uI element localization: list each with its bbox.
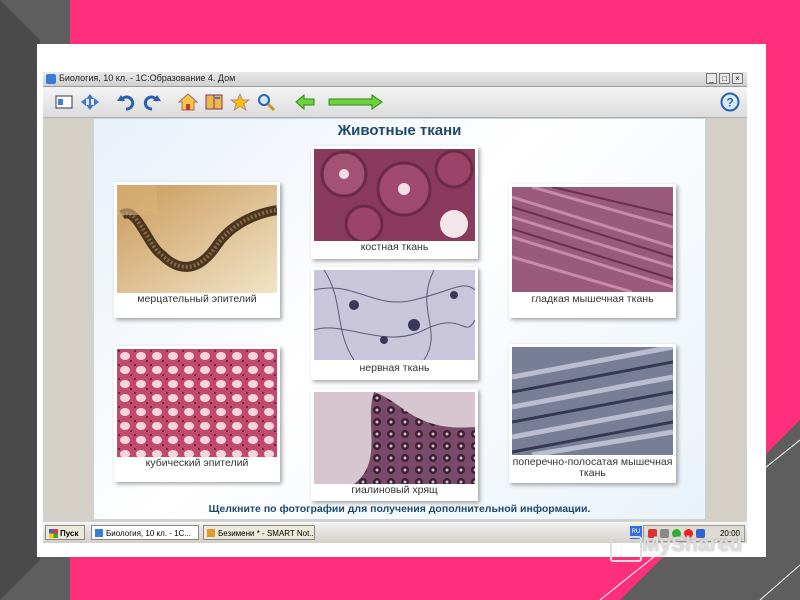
card-caption: кубический эпителий — [145, 457, 249, 469]
card-nervous-tissue[interactable]: нервная ткань — [311, 267, 478, 380]
task-label: Безимени * - SMART Not... — [218, 529, 315, 538]
star-icon[interactable] — [229, 91, 251, 113]
card-hyaline-cartilage[interactable]: гиалиновый хрящ — [311, 389, 478, 501]
task-label: Биология, 10 кл. - 1С... — [106, 529, 191, 538]
windows-logo-icon — [49, 529, 58, 538]
redo-icon[interactable] — [141, 91, 163, 113]
card-ciliated-epithelium[interactable]: мерцательный эпителий — [114, 182, 280, 318]
window-title: Биология, 10 кл. - 1С:Образование 4. Дом — [59, 73, 236, 83]
maximize-button[interactable]: □ — [719, 73, 730, 84]
slide-content: Животные ткани мерцательный эпителий кос… — [93, 118, 706, 520]
cuboidal-epithelium-photo — [117, 349, 277, 457]
app-window: Биология, 10 кл. - 1С:Образование 4. Дом… — [43, 72, 747, 543]
hyaline-cartilage-photo — [314, 392, 475, 484]
bone-tissue-photo — [314, 149, 475, 241]
presentation-icon — [610, 536, 642, 562]
nervous-tissue-photo — [314, 270, 475, 360]
task-biology[interactable]: Биология, 10 кл. - 1С... — [91, 525, 199, 540]
card-caption: гладкая мышечная ткань — [531, 293, 654, 305]
toolbar: ? — [43, 87, 747, 118]
start-button[interactable]: Пуск — [45, 525, 85, 540]
notebook-icon — [207, 529, 215, 537]
card-caption: мерцательный эпителий — [137, 293, 257, 305]
help-icon[interactable]: ? — [719, 91, 741, 113]
card-caption: нервная ткань — [359, 362, 430, 374]
forward-arrow-icon[interactable] — [327, 91, 383, 113]
back-arrow-icon[interactable] — [295, 91, 315, 113]
undo-icon[interactable] — [115, 91, 137, 113]
app-icon — [95, 529, 103, 537]
card-caption: поперечно-полосатая мышечная ткань — [512, 456, 673, 479]
app-icon — [46, 74, 56, 84]
card-cuboidal-epithelium[interactable]: кубический эпителий — [114, 346, 280, 482]
ciliated-epithelium-photo — [117, 185, 277, 293]
card-bone-tissue[interactable]: костная ткань — [311, 146, 478, 259]
search-icon[interactable] — [255, 91, 277, 113]
minimize-button[interactable]: _ — [706, 73, 717, 84]
card-caption: костная ткань — [360, 241, 429, 253]
smooth-muscle-photo — [512, 187, 673, 292]
card-caption: гиалиновый хрящ — [351, 484, 438, 496]
card-striated-muscle[interactable]: поперечно-полосатая мышечная ткань — [509, 344, 676, 483]
striated-muscle-photo — [512, 347, 673, 455]
task-smart-notebook[interactable]: Безимени * - SMART Not... — [203, 525, 315, 540]
content-icon[interactable] — [53, 91, 75, 113]
title-bar[interactable]: Биология, 10 кл. - 1С:Образование 4. Дом… — [43, 72, 747, 87]
navigate-icon[interactable] — [79, 91, 101, 113]
start-label: Пуск — [60, 529, 79, 538]
close-button[interactable]: × — [732, 73, 743, 84]
card-smooth-muscle[interactable]: гладкая мышечная ткань — [509, 184, 676, 318]
brand-name: MyShared — [642, 533, 743, 556]
svg-text:?: ? — [726, 96, 733, 110]
slide-footer: Щелкните по фотографии для получения доп… — [208, 503, 591, 515]
slide-title: Животные ткани — [337, 122, 462, 139]
home-icon[interactable] — [177, 91, 199, 113]
book-icon[interactable] — [203, 91, 225, 113]
